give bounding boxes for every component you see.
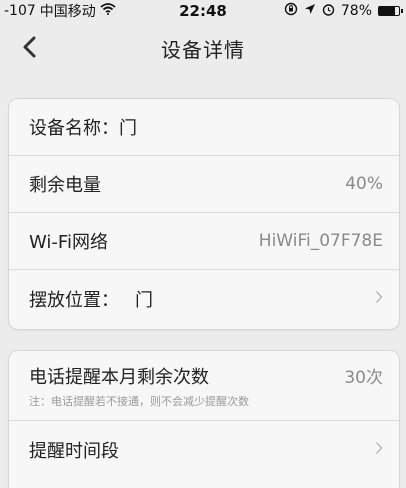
page-title: 设备详情 — [161, 37, 245, 62]
wifi-label: Wi-Fi网络 — [29, 232, 108, 253]
reminder-card: 电话提醒本月剩余次数 30次 注：电话提醒若不接通，则不会减少提醒次数 提醒时间… — [8, 350, 400, 488]
wifi-icon — [100, 3, 116, 19]
chevron-right-icon — [375, 288, 383, 309]
device-name-label: 设备名称： — [29, 118, 119, 139]
location-value: 门 — [135, 289, 153, 311]
location-arrow-icon — [304, 3, 316, 19]
location-label: 摆放位置： — [29, 289, 119, 311]
battery-value: 40% — [345, 174, 383, 194]
wifi-value: HiWiFi_07F78E — [258, 231, 383, 251]
battery-row: 剩余电量 40% — [9, 156, 399, 213]
carrier-name: 中国移动 — [39, 4, 96, 20]
back-button[interactable] — [14, 32, 44, 62]
device-name-row[interactable]: 设备名称： 门 — [9, 99, 399, 156]
battery-fill — [379, 7, 395, 15]
remaining-calls-value: 30次 — [344, 368, 383, 388]
status-left: -107 中国移动 — [0, 1, 116, 21]
status-bar: -107 中国移动 22:48 78% — [0, 0, 406, 22]
status-right: 78% — [284, 2, 406, 20]
navigation-bar: 设备详情 — [0, 22, 406, 74]
device-info-card: 设备名称： 门 剩余电量 40% Wi-Fi网络 HiWiFi_07F78E 摆… — [8, 98, 400, 330]
reminder-period-label: 提醒时间段 — [29, 440, 119, 462]
remaining-calls-note: 注：电话提醒若不接通，则不会减少提醒次数 — [29, 394, 249, 408]
reminder-period-row[interactable]: 提醒时间段 — [9, 421, 399, 478]
chevron-left-icon — [23, 36, 36, 58]
wifi-row: Wi-Fi网络 HiWiFi_07F78E — [9, 213, 399, 270]
battery-label: 剩余电量 — [29, 175, 101, 196]
chevron-right-icon — [375, 439, 383, 460]
rotation-lock-icon — [284, 2, 298, 20]
battery-percent: 78% — [340, 3, 372, 19]
remaining-calls-label: 电话提醒本月剩余次数 — [29, 366, 209, 388]
alarm-icon — [322, 3, 335, 20]
remaining-calls-row: 电话提醒本月剩余次数 30次 注：电话提醒若不接通，则不会减少提醒次数 — [9, 351, 399, 421]
battery-icon — [378, 6, 403, 16]
device-name-value: 门 — [119, 118, 137, 139]
location-row[interactable]: 摆放位置： 门 — [9, 270, 399, 327]
signal-strength: -107 — [4, 3, 36, 19]
